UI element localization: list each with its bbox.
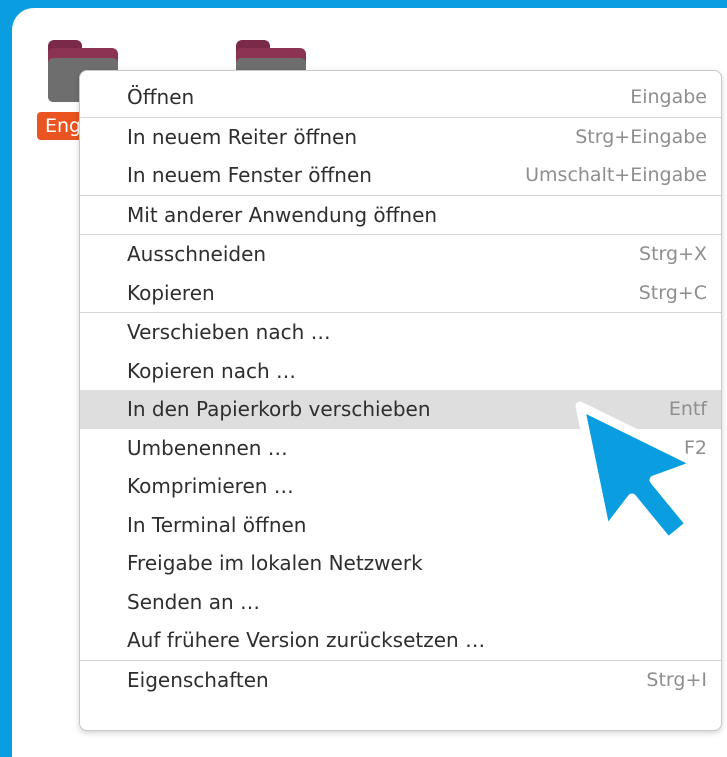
- menu-item-label: Umbenennen …: [127, 435, 288, 460]
- menu-item-shortcut: Umschalt+Eingabe: [525, 164, 707, 187]
- menu-item-shortcut: Eingabe: [630, 86, 707, 109]
- menu-item-label: Senden an …: [127, 589, 260, 614]
- menu-item-shortcut: Strg+Eingabe: [575, 125, 707, 148]
- menu-item-cut[interactable]: Ausschneiden Strg+X: [80, 235, 721, 274]
- menu-item-label: Eigenschaften: [127, 667, 269, 692]
- menu-item-label: In neuem Fenster öffnen: [127, 163, 372, 188]
- menu-item-properties[interactable]: Eigenschaften Strg+I: [80, 661, 721, 700]
- menu-item-label: Auf frühere Version zurücksetzen …: [127, 628, 486, 653]
- menu-item-label: Verschieben nach …: [127, 320, 331, 345]
- menu-item-shortcut: Strg+I: [646, 668, 707, 691]
- menu-item-label: In neuem Reiter öffnen: [127, 124, 357, 149]
- menu-item-label: Kopieren: [127, 280, 215, 305]
- menu-item-label: Mit anderer Anwendung öffnen: [127, 202, 438, 227]
- menu-item-open-new-tab[interactable]: In neuem Reiter öffnen Strg+Eingabe: [80, 118, 721, 157]
- menu-item-move-to[interactable]: Verschieben nach …: [80, 313, 721, 352]
- menu-item-label: In den Papierkorb verschieben: [127, 397, 431, 422]
- menu-item-open-with[interactable]: Mit anderer Anwendung öffnen: [80, 196, 721, 235]
- menu-item-label: Öffnen: [127, 85, 195, 110]
- menu-item-send-to[interactable]: Senden an …: [80, 583, 721, 622]
- menu-item-label: Komprimieren …: [127, 474, 294, 499]
- menu-item-label: Ausschneiden: [127, 242, 267, 267]
- menu-item-label: In Terminal öffnen: [127, 512, 307, 537]
- menu-item-label: Freigabe im lokalen Netzwerk: [127, 551, 423, 576]
- menu-item-shortcut: Strg+X: [639, 243, 707, 266]
- menu-item-label: Kopieren nach …: [127, 358, 296, 383]
- menu-item-copy-to[interactable]: Kopieren nach …: [80, 352, 721, 391]
- menu-item-shortcut: Strg+C: [638, 281, 707, 304]
- menu-item-copy[interactable]: Kopieren Strg+C: [80, 274, 721, 313]
- menu-item-open-new-window[interactable]: In neuem Fenster öffnen Umschalt+Eingabe: [80, 156, 721, 195]
- menu-item-revert-version[interactable]: Auf frühere Version zurücksetzen …: [80, 621, 721, 660]
- mouse-pointer-icon: [575, 401, 703, 547]
- menu-item-open[interactable]: Öffnen Eingabe: [80, 78, 721, 117]
